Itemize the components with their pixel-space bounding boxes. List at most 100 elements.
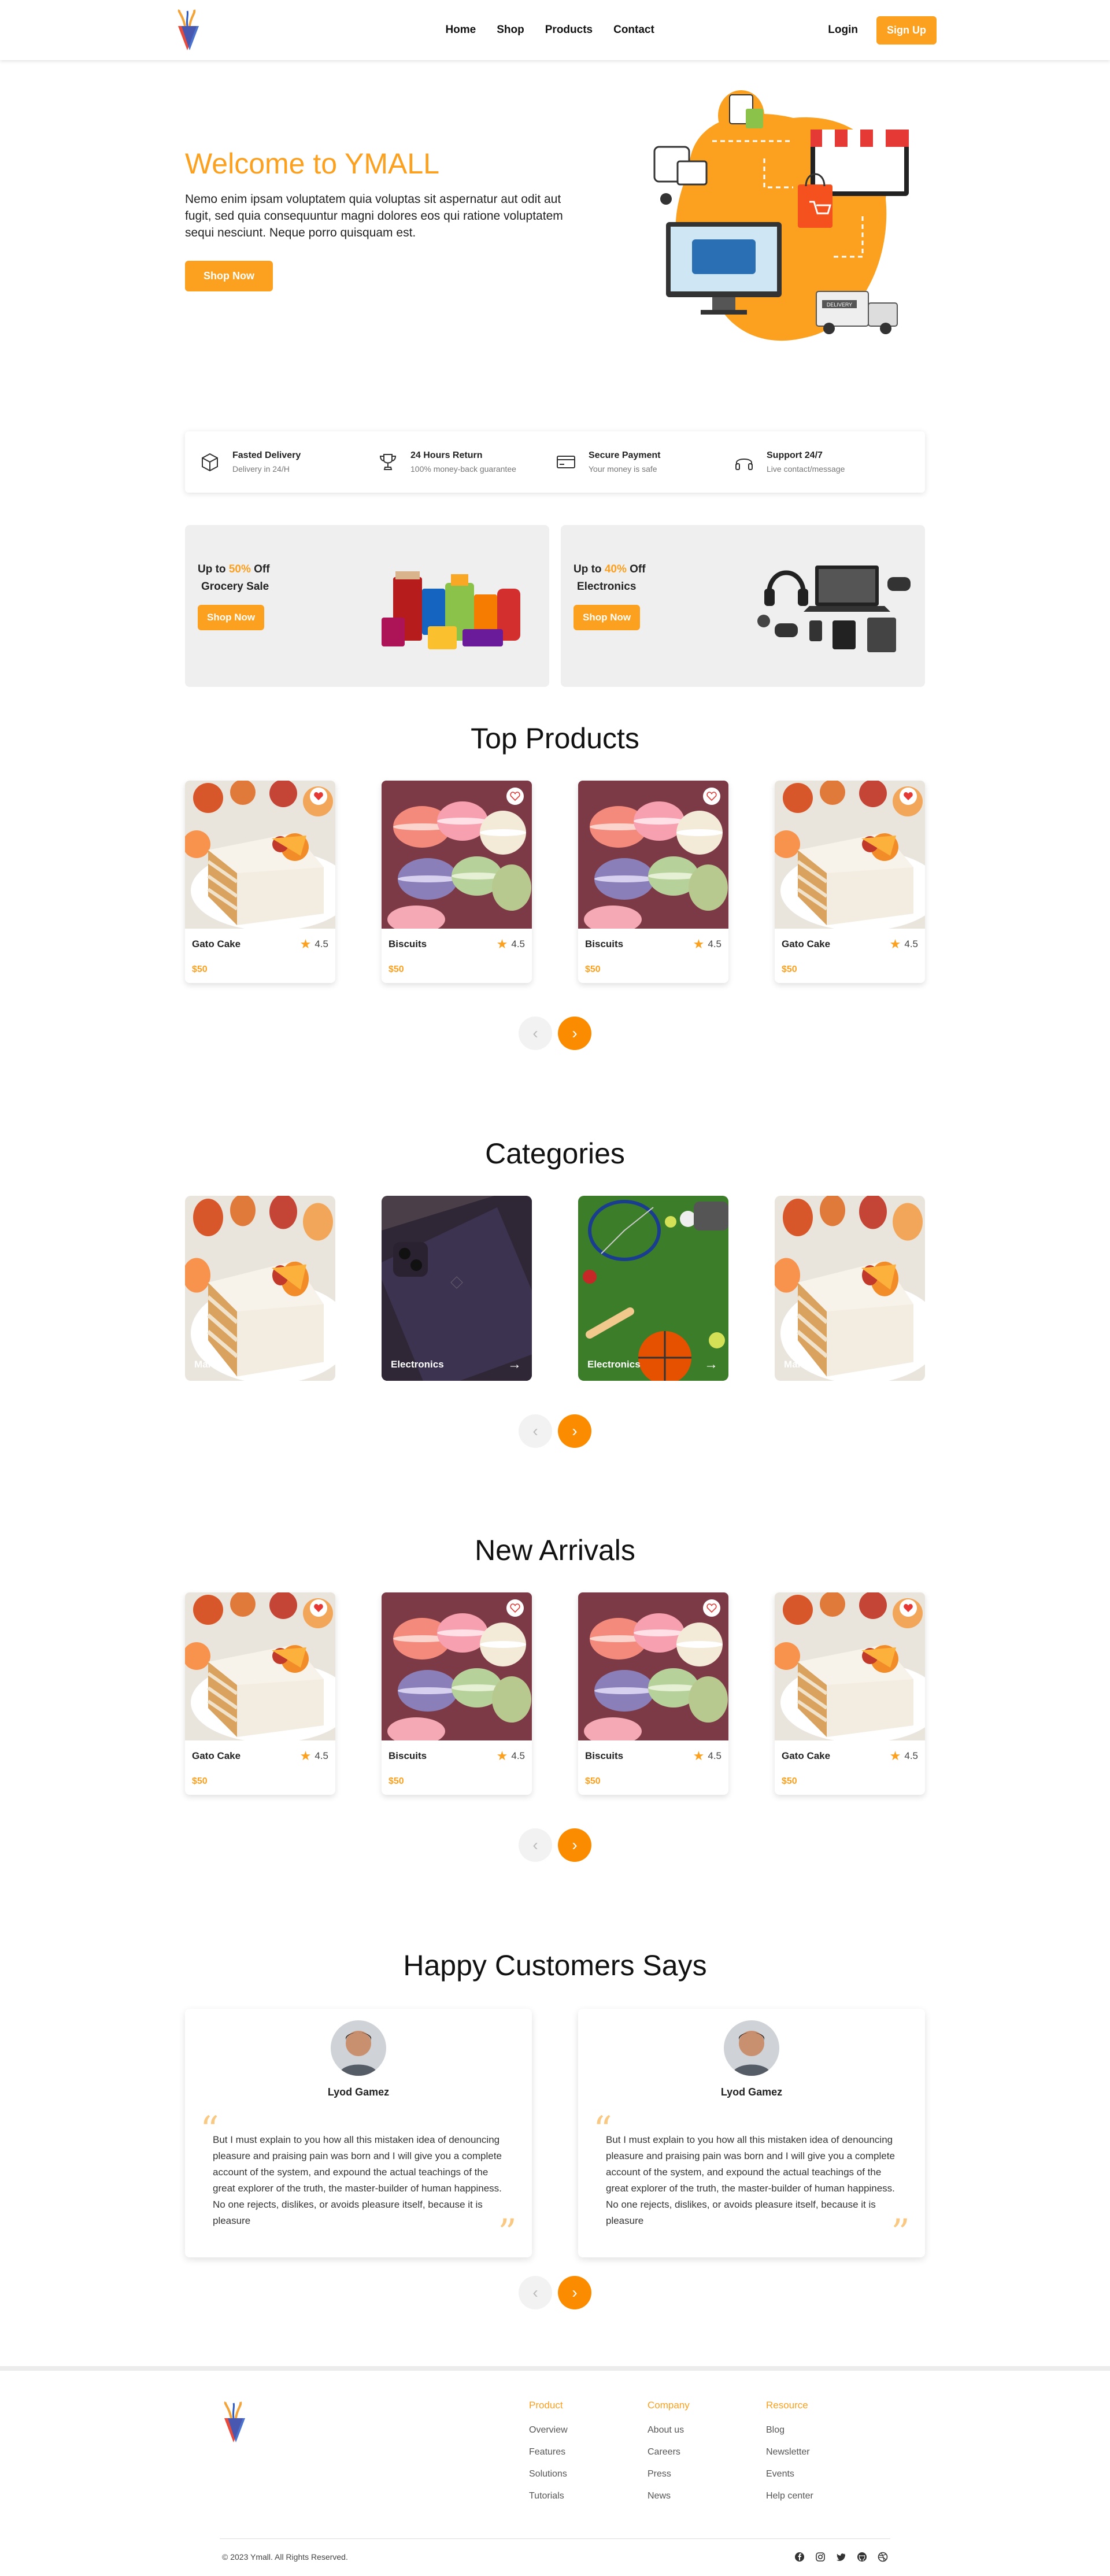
product-image [185,1592,335,1743]
footer-link[interactable]: Blog [766,2425,885,2435]
star-icon: ★ [299,937,312,951]
wishlist-button[interactable] [703,1599,720,1617]
box-icon [202,453,218,472]
product-image [578,1592,728,1745]
nav-contact[interactable]: Contact [613,24,654,36]
wishlist-button[interactable] [900,1599,917,1617]
footer-link[interactable]: Solutions [529,2469,648,2479]
wishlist-button[interactable] [703,788,720,805]
nav-shop[interactable]: Shop [497,24,524,36]
product-card[interactable]: Gato Cake ★ 4.5 $50 [775,781,925,983]
footer-link[interactable]: Events [766,2469,885,2479]
github-icon[interactable] [857,2552,867,2562]
arrow-right-icon[interactable]: → [704,1357,718,1373]
footer-column: Resource Blog Newsletter Events Help center [766,2400,885,2521]
arrow-right-icon[interactable]: → [311,1357,325,1373]
footer-link[interactable]: About us [648,2425,766,2435]
hero-shop-now-button[interactable]: Shop Now [185,261,273,291]
next-arrow-button[interactable]: › [558,1828,591,1862]
prev-arrow-button[interactable]: ‹ [519,1414,552,1448]
star-icon: ★ [889,1749,901,1763]
wishlist-button[interactable] [506,1599,524,1617]
heart-filled-icon [314,792,323,800]
footer-column-title: Resource [766,2400,808,2411]
product-image [185,781,335,931]
section-title: Top Products [471,722,639,755]
top-products-section: Top Products Gato Cake ★ 4.5 $50 Biscuit… [185,722,925,1050]
category-label: Electronics [391,1359,444,1370]
feature-subtitle: Live contact/message [767,464,845,474]
cake-image [185,1196,335,1381]
twitter-icon[interactable] [836,2552,846,2562]
categories-section: Categories Mart → Electronics → Electron… [185,1137,925,1448]
wishlist-button[interactable] [310,788,327,805]
avatar [724,2020,779,2076]
prev-arrow-button[interactable]: ‹ [519,1828,552,1862]
carousel-controls: ‹ › [185,1828,925,1862]
product-rating: ★ 4.5 [299,1749,328,1763]
product-name: Biscuits [585,938,624,949]
wishlist-button[interactable] [310,1599,327,1617]
product-list: Gato Cake ★ 4.5 $50 Biscuits ★ 4.5 $50 B… [185,781,925,983]
nav-products[interactable]: Products [545,24,593,36]
review-card: Lyod Gamez “ But I must explain to you h… [185,2009,532,2257]
product-card[interactable]: Gato Cake ★ 4.5 $50 [775,1592,925,1795]
promo-shop-now-button[interactable]: Shop Now [198,605,265,630]
feature-title: Support 24/7 [767,450,823,460]
headphones-icon [735,459,753,470]
prev-arrow-button[interactable]: ‹ [519,2276,552,2309]
feature-support: Support 24/7 Live contact/message [733,450,911,474]
next-arrow-button[interactable]: › [558,1017,591,1050]
wishlist-button[interactable] [506,788,524,805]
dribbble-icon[interactable] [878,2552,888,2562]
phone-image [382,1196,532,1381]
product-card[interactable]: Biscuits ★ 4.5 $50 [382,1592,532,1795]
instagram-icon[interactable] [815,2552,826,2562]
footer-link[interactable]: Newsletter [766,2447,885,2457]
review-list: Lyod Gamez “ But I must explain to you h… [185,2009,925,2257]
category-list: Mart → Electronics → Electronics → Mart … [185,1196,925,1381]
product-name: Biscuits [585,1750,624,1761]
product-card[interactable]: Biscuits ★ 4.5 $50 [578,781,728,983]
prev-arrow-button[interactable]: ‹ [519,1017,552,1050]
signup-button[interactable]: Sign Up [876,16,937,45]
feature-subtitle: Your money is safe [589,464,657,474]
ymall-logo[interactable] [173,9,202,51]
footer-link[interactable]: Features [529,2447,648,2457]
category-card[interactable]: Mart → [185,1196,335,1381]
category-card[interactable]: Electronics → [382,1196,532,1381]
login-link[interactable]: Login [828,24,858,36]
nav-home[interactable]: Home [445,24,476,36]
product-card[interactable]: Biscuits ★ 4.5 $50 [382,781,532,983]
main-nav: Home Shop Products Contact [376,24,654,36]
next-arrow-button[interactable]: › [558,2276,591,2309]
footer-link[interactable]: Overview [529,2425,648,2435]
footer-link[interactable]: Press [648,2469,766,2479]
wishlist-button[interactable] [900,788,917,805]
heart-filled-icon [904,1604,913,1612]
star-icon: ★ [693,937,705,951]
site-header: Home Shop Products Contact Login Sign Up [0,0,1110,60]
product-rating: ★ 4.5 [496,1749,525,1763]
category-card[interactable]: Mart → [775,1196,925,1381]
arrow-right-icon[interactable]: → [508,1357,521,1373]
footer-link[interactable]: Help center [766,2491,885,2501]
footer-link[interactable]: News [648,2491,766,2501]
footer-link[interactable]: Careers [648,2447,766,2457]
footer-link[interactable]: Tutorials [529,2491,648,2501]
promo-shop-now-button[interactable]: Shop Now [574,605,641,630]
facebook-icon[interactable] [794,2552,805,2562]
footer-column: Company About us Careers Press News [648,2400,766,2521]
product-card[interactable]: Biscuits ★ 4.5 $50 [578,1592,728,1795]
quote-open-icon: “ [593,2109,612,2152]
section-title: Happy Customers Says [403,1949,707,1982]
next-arrow-button[interactable]: › [558,1414,591,1448]
arrow-right-icon[interactable]: → [901,1357,915,1373]
category-label: Mart [784,1359,805,1370]
product-image [578,781,728,933]
product-card[interactable]: Gato Cake ★ 4.5 $50 [185,1592,335,1795]
product-list: Gato Cake ★ 4.5 $50 Biscuits ★ 4.5 $50 B… [185,1592,925,1795]
ymall-logo[interactable] [220,2401,249,2444]
category-card[interactable]: Electronics → [578,1196,728,1381]
product-card[interactable]: Gato Cake ★ 4.5 $50 [185,781,335,983]
